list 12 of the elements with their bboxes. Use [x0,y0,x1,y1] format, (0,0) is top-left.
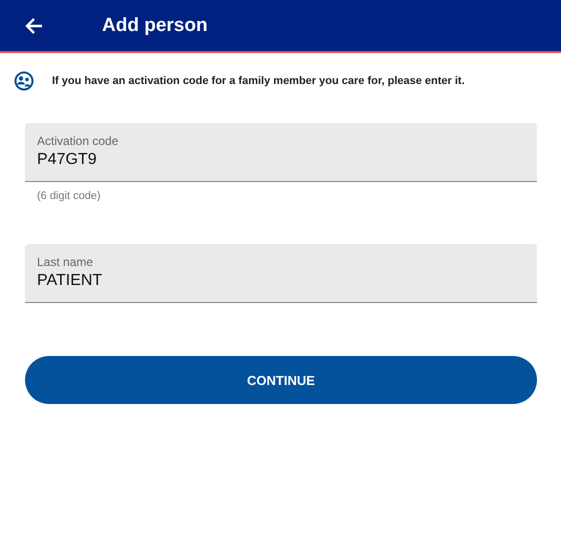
field-label: Activation code [37,134,120,148]
last-name-field[interactable]: Last name PATIENT [25,244,537,303]
back-arrow-icon[interactable] [24,16,44,36]
field-label: Last name [37,255,94,269]
field-input[interactable]: PATIENT [37,272,525,290]
people-icon [14,71,34,91]
page-title: Add person [102,14,208,36]
continue-button[interactable]: CONTINUE [25,356,537,404]
info-text: If you have an activation code for a family member you care for, please enter it. [52,75,465,87]
activation-code-field[interactable]: Activation code P47GT9 [25,123,537,182]
field-hint: (6 digit code) [37,190,102,202]
field-input[interactable]: P47GT9 [37,151,525,169]
